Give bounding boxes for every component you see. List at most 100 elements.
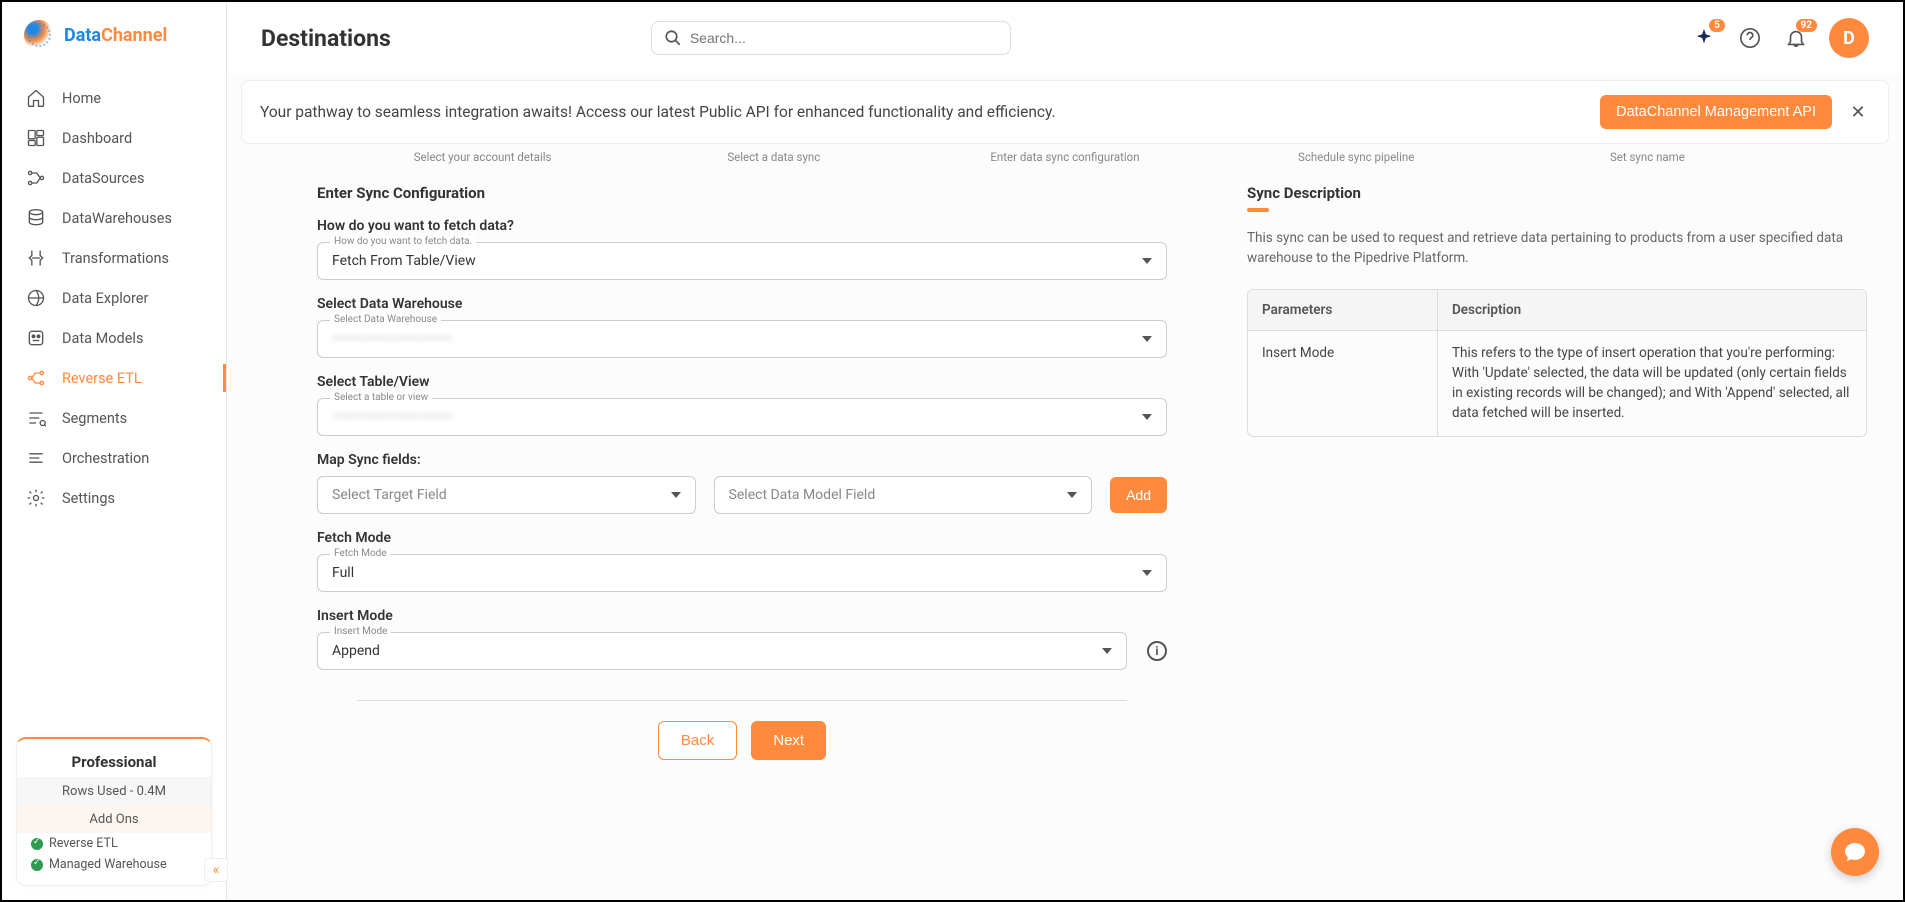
avatar[interactable]: D <box>1829 18 1869 58</box>
stepper: Select your account details Select a dat… <box>227 144 1903 164</box>
search-icon <box>664 29 682 47</box>
sidebar-item-datawarehouses[interactable]: DataWarehouses <box>2 198 226 238</box>
orchestration-icon <box>26 448 46 468</box>
insert-mode-label: Insert Mode <box>317 608 1167 624</box>
select-value: Fetch From Table/View <box>332 253 476 269</box>
dw-label: Select Data Warehouse <box>317 296 1167 312</box>
step-label: Schedule sync pipeline <box>1211 150 1502 164</box>
table-header: Description <box>1438 290 1866 331</box>
description-column: Sync Description This sync can be used t… <box>1247 184 1867 900</box>
select-placeholder: Select Target Field <box>332 487 447 503</box>
param-name: Insert Mode <box>1248 331 1438 436</box>
sidebar-item-transformations[interactable]: Transformations <box>2 238 226 278</box>
page-title: Destinations <box>261 25 391 52</box>
banner-cta-button[interactable]: DataChannel Management API <box>1600 95 1832 129</box>
info-icon[interactable]: i <box>1147 641 1167 661</box>
top-actions: 5 92 D <box>1691 18 1869 58</box>
step-label: Select your account details <box>337 150 628 164</box>
announcement-banner: Your pathway to seamless integration awa… <box>241 80 1889 144</box>
table-view-select[interactable]: Select a table or view ——————————— <box>317 398 1167 436</box>
sidebar-collapse-button[interactable]: « <box>204 858 228 882</box>
back-button[interactable]: Back <box>658 721 737 760</box>
fetch-method-select[interactable]: How do you want to fetch data. Fetch Fro… <box>317 242 1167 280</box>
home-icon <box>26 88 46 108</box>
warehouse-icon <box>26 208 46 228</box>
content: Enter Sync Configuration How do you want… <box>227 164 1903 900</box>
help-button[interactable] <box>1737 25 1763 51</box>
sidebar-item-home[interactable]: Home <box>2 78 226 118</box>
section-title: Enter Sync Configuration <box>317 184 1167 202</box>
sidebar-item-label: DataSources <box>62 170 144 187</box>
plan-card-area: Professional Rows Used - 0.4M Add Ons Re… <box>2 737 226 900</box>
param-desc: This refers to the type of insert operat… <box>1438 331 1866 436</box>
models-icon <box>26 328 46 348</box>
plan-card: Professional Rows Used - 0.4M Add Ons Re… <box>16 737 212 886</box>
sidebar-item-datamodels[interactable]: Data Models <box>2 318 226 358</box>
table-header: Parameters <box>1248 290 1438 331</box>
select-placeholder: Select Data Model Field <box>729 487 876 503</box>
chevron-down-icon <box>671 492 681 498</box>
float-label: Fetch Mode <box>330 548 391 559</box>
sidebar-item-label: Data Explorer <box>62 290 148 307</box>
datasources-icon <box>26 168 46 188</box>
plan-addon-label: Reverse ETL <box>49 836 118 851</box>
sidebar-item-label: Segments <box>62 410 127 427</box>
sync-description-title: Sync Description <box>1247 184 1867 202</box>
model-field-select[interactable]: Select Data Model Field <box>714 476 1093 514</box>
step-label: Select a data sync <box>628 150 919 164</box>
chevron-down-icon <box>1142 336 1152 342</box>
chevron-down-icon <box>1102 648 1112 654</box>
sidebar-item-dataexplorer[interactable]: Data Explorer <box>2 278 226 318</box>
plan-addon-label: Managed Warehouse <box>49 857 167 872</box>
gear-icon <box>26 488 46 508</box>
form-column: Enter Sync Configuration How do you want… <box>317 184 1167 900</box>
logo[interactable]: DataChannel <box>2 2 226 68</box>
target-field-select[interactable]: Select Target Field <box>317 476 696 514</box>
sidebar-item-label: Orchestration <box>62 450 149 467</box>
add-mapping-button[interactable]: Add <box>1110 477 1167 513</box>
sidebar-item-dashboard[interactable]: Dashboard <box>2 118 226 158</box>
topbar: Destinations 5 92 <box>227 2 1903 74</box>
select-value: ——————————— <box>332 409 452 425</box>
check-icon <box>31 859 43 871</box>
sidebar-item-label: Reverse ETL <box>62 370 142 387</box>
reverse-etl-icon <box>26 368 46 388</box>
insert-mode-select[interactable]: Insert Mode Append <box>317 632 1127 670</box>
sidebar: DataChannel Home Dashboard DataSources D… <box>2 2 227 900</box>
sidebar-item-label: Dashboard <box>62 130 132 147</box>
next-button[interactable]: Next <box>751 721 826 760</box>
plan-addons-label: Add Ons <box>17 806 211 833</box>
ai-assist-button[interactable]: 5 <box>1691 25 1717 51</box>
segments-icon <box>26 408 46 428</box>
banner-close-button[interactable]: ✕ <box>1846 100 1870 124</box>
select-value: Full <box>332 565 354 581</box>
sidebar-item-settings[interactable]: Settings <box>2 478 226 518</box>
chevron-down-icon <box>1142 570 1152 576</box>
fetch-mode-label: Fetch Mode <box>317 530 1167 546</box>
notifications-button[interactable]: 92 <box>1783 25 1809 51</box>
select-value: ——————————— <box>332 331 452 347</box>
search-input[interactable] <box>690 30 998 46</box>
sidebar-item-orchestration[interactable]: Orchestration <box>2 438 226 478</box>
sidebar-item-datasources[interactable]: DataSources <box>2 158 226 198</box>
chat-fab-button[interactable] <box>1831 828 1879 876</box>
search-box[interactable] <box>651 21 1011 55</box>
step-label: Set sync name <box>1502 150 1793 164</box>
fetch-mode-select[interactable]: Fetch Mode Full <box>317 554 1167 592</box>
chevron-down-icon <box>1142 258 1152 264</box>
sidebar-item-segments[interactable]: Segments <box>2 398 226 438</box>
sidebar-item-reverseetl[interactable]: Reverse ETL <box>2 358 226 398</box>
main: Destinations 5 92 <box>227 2 1903 900</box>
check-icon <box>31 838 43 850</box>
dashboard-icon <box>26 128 46 148</box>
sidebar-item-label: DataWarehouses <box>62 210 172 227</box>
data-warehouse-select[interactable]: Select Data Warehouse ——————————— <box>317 320 1167 358</box>
sidebar-item-label: Home <box>62 90 101 107</box>
float-label: Select a table or view <box>330 392 432 403</box>
chevron-down-icon <box>1067 492 1077 498</box>
plan-addon-row: Managed Warehouse <box>17 854 211 875</box>
float-label: How do you want to fetch data. <box>330 236 476 247</box>
search-wrap <box>651 21 1011 55</box>
bell-badge: 92 <box>1796 19 1817 32</box>
logo-mark-icon <box>24 20 54 50</box>
